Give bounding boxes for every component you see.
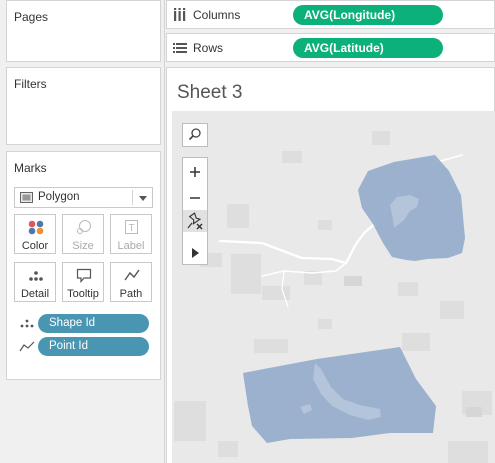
zoom-out-button[interactable] — [183, 187, 207, 209]
detail-icon — [29, 271, 43, 281]
detail-button[interactable]: Detail — [14, 262, 56, 302]
color-icon — [28, 220, 44, 235]
columns-label: Columns — [193, 8, 241, 22]
path-button[interactable]: Path — [110, 262, 152, 302]
detail-encoding-icon — [20, 319, 34, 328]
rows-shelf[interactable]: Rows AVG(Latitude) — [166, 33, 495, 62]
text-label-icon: T — [125, 220, 138, 234]
tooltip-icon — [76, 268, 92, 283]
zoom-in-icon — [190, 167, 200, 177]
size-button[interactable]: Size — [62, 214, 104, 254]
color-label: Color — [21, 240, 49, 252]
pin-icon — [187, 212, 203, 230]
size-icon — [77, 220, 91, 234]
shape-id-pill[interactable]: Shape Id — [38, 314, 149, 333]
path-icon — [124, 269, 140, 281]
chevron-down-icon — [139, 196, 147, 201]
search-icon — [188, 128, 201, 141]
avg-latitude-pill[interactable]: AVG(Latitude) — [293, 38, 443, 58]
expand-arrow-icon — [192, 248, 199, 258]
tooltip-button[interactable]: Tooltip — [62, 262, 104, 302]
zoom-out-icon — [190, 197, 200, 199]
pages-shelf[interactable]: Pages — [6, 0, 161, 62]
filters-shelf[interactable]: Filters — [6, 67, 161, 145]
avg-longitude-pill[interactable]: AVG(Longitude) — [293, 5, 443, 25]
map-zoom-controls — [182, 157, 208, 265]
marks-card: Marks Polygon Color Size T Label Detail … — [6, 151, 161, 380]
path-label: Path — [119, 288, 143, 300]
sheet-title: Sheet 3 — [177, 82, 243, 103]
point-id-pill[interactable]: Point Id — [38, 337, 149, 356]
label-label: Label — [117, 240, 145, 252]
label-button[interactable]: T Label — [110, 214, 152, 254]
columns-shelf[interactable]: Columns AVG(Longitude) — [166, 0, 495, 29]
rows-icon — [173, 43, 187, 53]
marks-title: Marks — [14, 161, 47, 175]
rows-label: Rows — [193, 41, 224, 55]
polygon-mark-icon — [20, 192, 33, 203]
color-button[interactable]: Color — [14, 214, 56, 254]
svg-text:T: T — [128, 223, 134, 234]
mark-type-label: Polygon — [38, 191, 80, 203]
expand-toolbar-button[interactable] — [183, 242, 207, 264]
size-label: Size — [72, 240, 94, 252]
detail-label: Detail — [20, 288, 50, 300]
map-search-control[interactable] — [182, 123, 208, 147]
map-view[interactable] — [172, 111, 495, 463]
columns-icon — [174, 8, 186, 21]
path-encoding-icon — [19, 341, 35, 352]
mark-type-dropdown[interactable]: Polygon — [14, 187, 153, 208]
filters-title: Filters — [14, 77, 47, 91]
pin-map-button[interactable] — [183, 210, 207, 232]
zoom-in-button[interactable] — [183, 161, 207, 183]
tooltip-label: Tooltip — [67, 288, 99, 300]
pages-title: Pages — [14, 10, 49, 24]
